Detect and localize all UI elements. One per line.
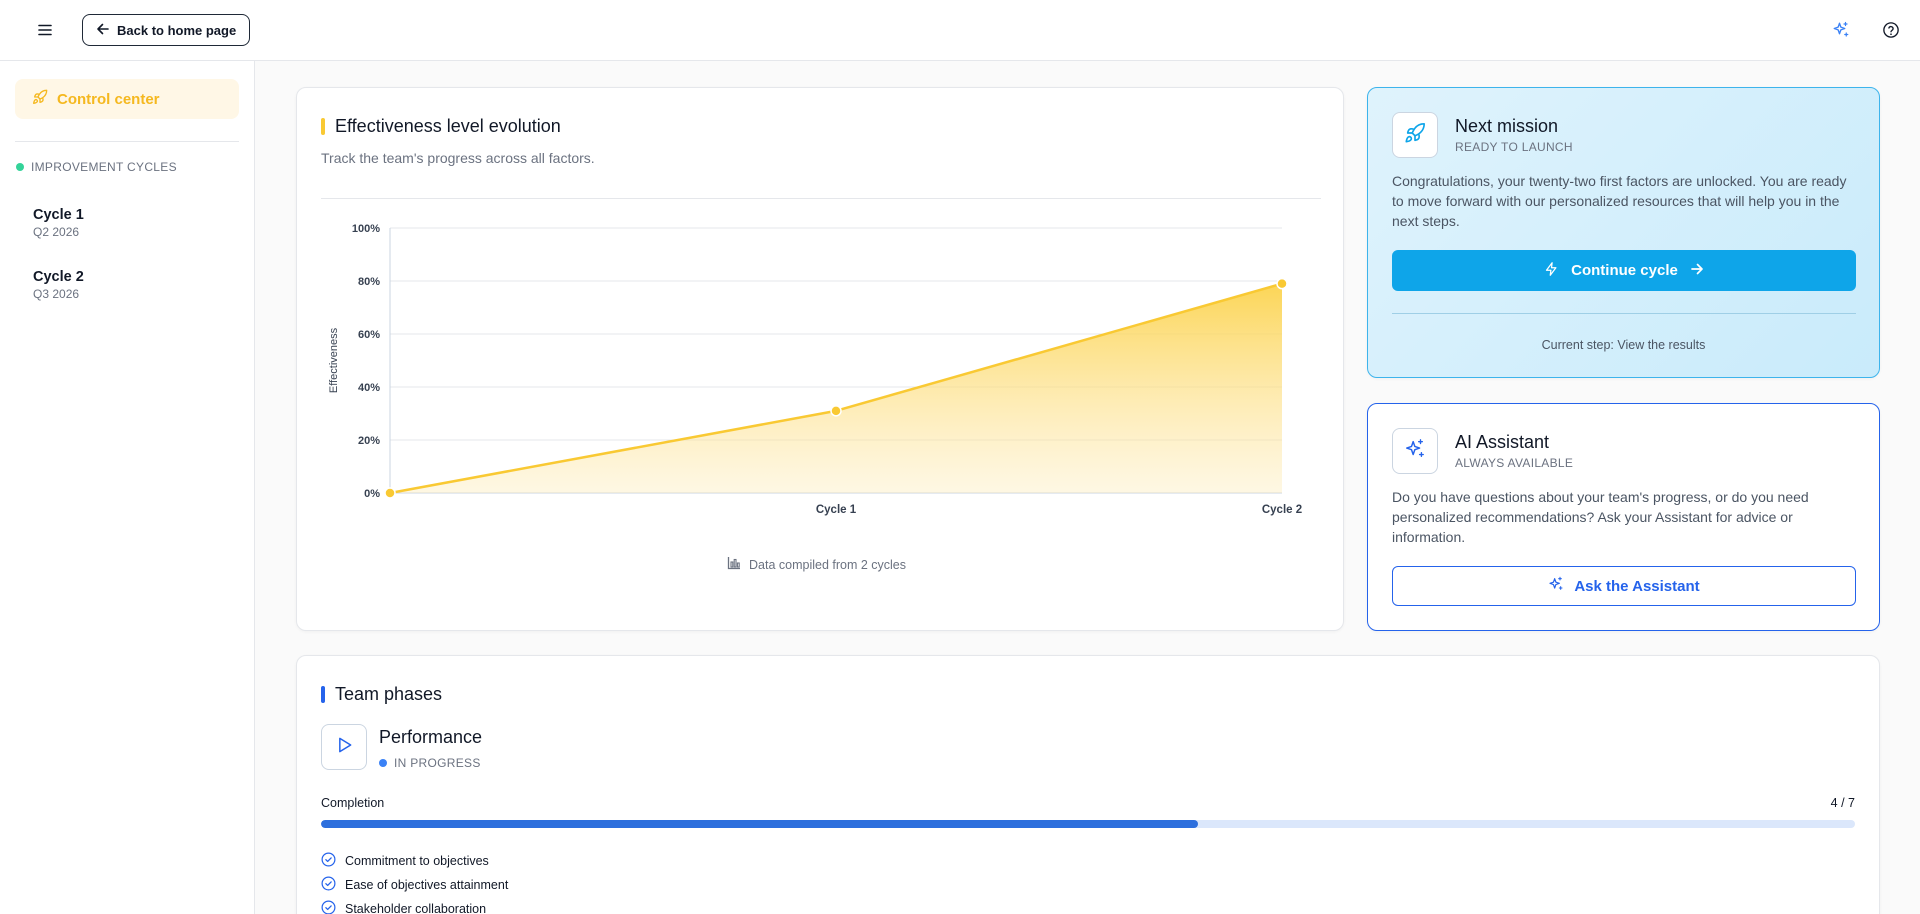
phase-name: Performance xyxy=(379,727,483,747)
completion-progress-bar xyxy=(321,820,1855,828)
status-dot xyxy=(379,759,387,767)
sidebar-item-control-center[interactable]: Control center xyxy=(15,79,239,119)
assistant-description: Do you have questions about your team's … xyxy=(1392,489,1809,545)
x-tick-label: Cycle 1 xyxy=(816,504,857,516)
sparkles-icon[interactable] xyxy=(1829,18,1853,42)
chart-subtitle: Track the team's progress across all fac… xyxy=(321,150,595,166)
assistant-icon-box xyxy=(1392,428,1438,474)
assistant-status-tag: ALWAYS AVAILABLE xyxy=(1455,456,1574,470)
cycle-name: Cycle 2 xyxy=(33,269,84,285)
phase-status-label: IN PROGRESS xyxy=(394,756,481,770)
sidebar-item-cycle-2[interactable]: Cycle 2 Q3 2026 xyxy=(33,269,233,301)
status-dot xyxy=(16,163,24,171)
y-axis-label: Effectiveness xyxy=(328,327,340,393)
sidebar-item-cycle-1[interactable]: Cycle 1 Q2 2026 xyxy=(33,207,233,239)
rocket-icon xyxy=(1404,122,1426,149)
current-step-text: Current step: View the results xyxy=(1541,338,1706,352)
mission-title: Next mission xyxy=(1455,116,1559,136)
phase-icon-box xyxy=(321,724,367,770)
title-accent-bar xyxy=(321,118,325,135)
mission-divider xyxy=(1392,313,1856,314)
y-tick-label: 40% xyxy=(358,382,380,394)
check-circle-icon xyxy=(321,852,336,870)
ask-assistant-button[interactable]: Ask the Assistant xyxy=(1392,566,1856,606)
team-phases-card: Team phases Performance IN PROGRESS Comp… xyxy=(296,655,1880,914)
completion-label: Completion xyxy=(321,796,385,810)
cycle-name: Cycle 1 xyxy=(33,207,84,223)
phases-card-title: Team phases xyxy=(321,684,442,705)
sidebar: Control center IMPROVEMENT CYCLES Cycle … xyxy=(0,61,255,914)
chart-footer-text: Data compiled from 2 cycles xyxy=(749,557,907,572)
check-circle-icon xyxy=(321,876,336,894)
series-area xyxy=(390,283,1282,493)
sparkles-icon xyxy=(1548,576,1564,596)
mission-icon-box xyxy=(1392,112,1438,158)
factor-item: Ease of objectives attainment xyxy=(321,876,508,894)
y-tick-label: 0% xyxy=(364,488,380,500)
continue-cycle-button[interactable]: Continue cycle xyxy=(1392,250,1856,291)
x-tick-label: Cycle 2 xyxy=(1262,504,1302,516)
y-tick-label: 20% xyxy=(358,435,380,447)
cycle-period: Q2 2026 xyxy=(33,225,80,239)
factor-label: Commitment to objectives xyxy=(345,854,489,868)
back-to-home-label: Back to home page xyxy=(117,22,237,38)
improvement-cycles-heading: IMPROVEMENT CYCLES xyxy=(16,160,177,174)
data-point xyxy=(830,405,842,417)
help-circle-icon[interactable] xyxy=(1879,18,1903,42)
control-center-label: Control center xyxy=(57,90,160,108)
effectiveness-chart-card: Effectiveness level evolution Track the … xyxy=(296,87,1344,631)
title-accent-bar xyxy=(321,686,325,703)
back-to-home-button[interactable]: Back to home page xyxy=(82,14,251,46)
continue-cycle-label: Continue cycle xyxy=(1571,262,1678,279)
mission-description: Congratulations, your twenty-two first f… xyxy=(1392,173,1847,229)
menu-icon[interactable] xyxy=(34,20,56,40)
factor-item: Stakeholder collaboration xyxy=(321,900,486,914)
chart-title: Effectiveness level evolution xyxy=(335,116,561,136)
factor-item: Commitment to objectives xyxy=(321,852,489,870)
completion-progress-fill xyxy=(321,820,1198,828)
mission-status-tag: READY TO LAUNCH xyxy=(1455,140,1573,154)
next-mission-card: Next mission READY TO LAUNCH Congratulat… xyxy=(1367,87,1880,378)
chart-card-title: Effectiveness level evolution xyxy=(321,116,561,137)
data-point xyxy=(1276,277,1288,290)
completion-count: 4 / 7 xyxy=(1830,796,1855,810)
arrow-left-icon xyxy=(96,22,110,39)
phases-title: Team phases xyxy=(335,684,443,704)
data-point xyxy=(384,487,396,499)
factor-label: Stakeholder collaboration xyxy=(345,902,487,914)
sparkles-icon xyxy=(1404,438,1426,465)
ask-assistant-label: Ask the Assistant xyxy=(1574,577,1700,595)
top-bar: Back to home page xyxy=(0,0,1920,61)
sidebar-divider xyxy=(15,141,239,142)
play-icon xyxy=(334,735,354,760)
phase-status: IN PROGRESS xyxy=(379,756,481,770)
assistant-title: AI Assistant xyxy=(1455,432,1550,452)
factor-label: Ease of objectives attainment xyxy=(345,878,509,892)
cycle-period: Q3 2026 xyxy=(33,287,80,301)
arrow-right-icon xyxy=(1690,262,1704,280)
chart-divider xyxy=(321,198,1321,199)
ai-assistant-card: AI Assistant ALWAYS AVAILABLE Do you hav… xyxy=(1367,403,1880,631)
check-circle-icon xyxy=(321,900,336,914)
bar-chart-icon xyxy=(727,556,741,573)
y-tick-label: 80% xyxy=(358,276,380,288)
y-tick-label: 60% xyxy=(358,329,380,341)
rocket-icon xyxy=(32,89,48,109)
effectiveness-area-chart: 0% 20% 40% 60% 80% 100% Effectiveness Cycle 1 Cy… xyxy=(328,223,1302,516)
zap-icon xyxy=(1544,261,1559,281)
y-tick-label: 100% xyxy=(352,223,380,235)
chart-footer: Data compiled from 2 cycles xyxy=(727,556,906,573)
section-label: IMPROVEMENT CYCLES xyxy=(31,160,177,174)
